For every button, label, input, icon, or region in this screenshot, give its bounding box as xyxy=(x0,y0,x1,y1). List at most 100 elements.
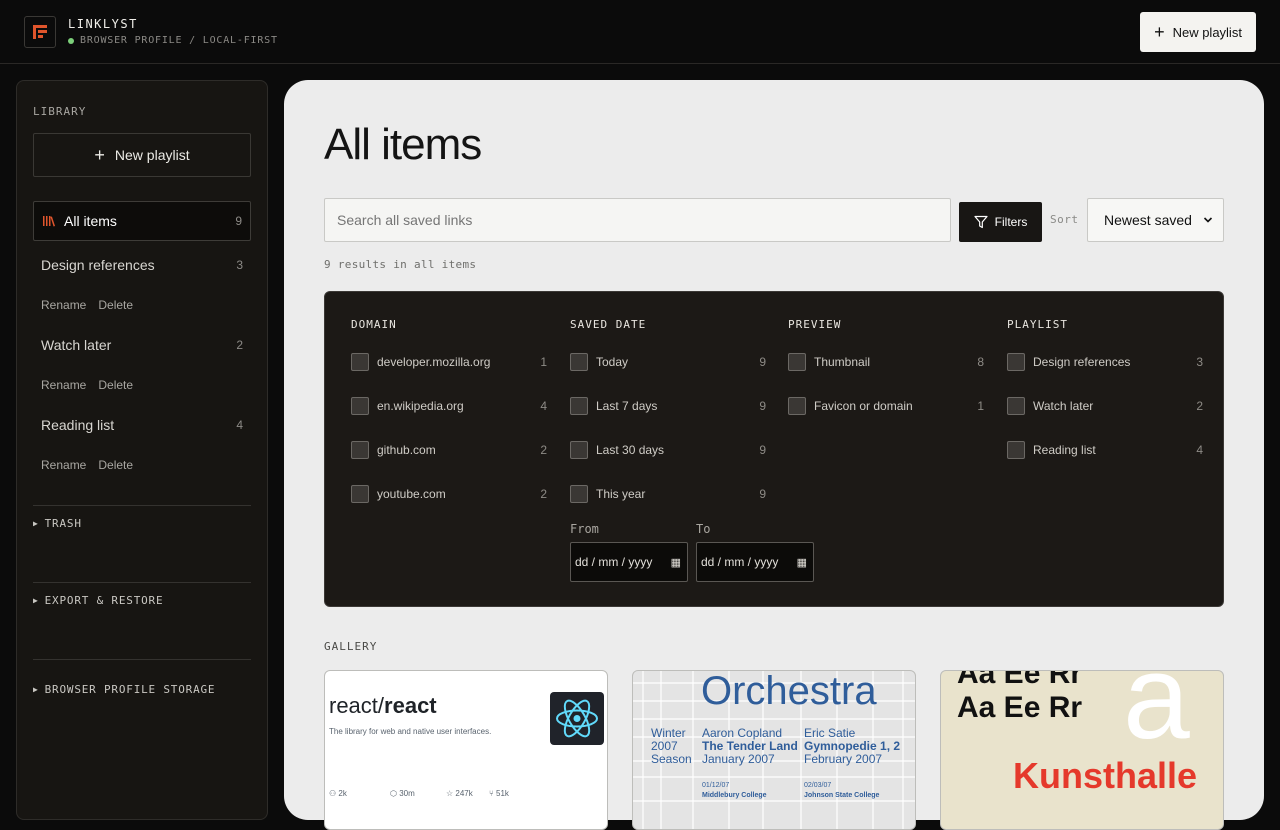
big-letter: a xyxy=(1123,670,1190,764)
to-date-input[interactable]: dd / mm / yyyy ▦ xyxy=(696,542,814,582)
checkbox[interactable] xyxy=(570,441,588,459)
date-option[interactable]: Last 30 days 9 xyxy=(570,440,766,460)
domain-filter-column: DOMAIN developer.mozilla.org 1 en.wikipe… xyxy=(351,318,547,503)
date-option[interactable]: Today 9 xyxy=(570,352,766,372)
filter-icon xyxy=(974,215,988,229)
rename-button[interactable]: Rename xyxy=(41,458,86,472)
option-count: 4 xyxy=(540,399,547,413)
trash-label: TRASH xyxy=(44,517,82,530)
repo-description: The library for web and native user inte… xyxy=(329,727,492,736)
checkbox[interactable] xyxy=(1007,353,1025,371)
option-label: Today xyxy=(596,355,629,369)
domain-option[interactable]: en.wikipedia.org 4 xyxy=(351,396,547,416)
plus-icon: + xyxy=(1154,22,1165,42)
sidebar-item-count: 4 xyxy=(236,418,243,432)
stars-count: 247k xyxy=(455,789,473,798)
option-label: Thumbnail xyxy=(814,355,871,369)
divider xyxy=(33,505,251,506)
preview-option[interactable]: Favicon or domain 1 xyxy=(788,396,984,416)
playlist-option[interactable]: Watch later 2 xyxy=(1007,396,1203,416)
rename-button[interactable]: Rename xyxy=(41,378,86,392)
export-restore-toggle[interactable]: ▶ EXPORT & RESTORE xyxy=(33,594,163,607)
checkbox[interactable] xyxy=(351,485,369,503)
domain-option[interactable]: developer.mozilla.org 1 xyxy=(351,352,547,372)
gallery-card-react[interactable]: react/react The library for web and nati… xyxy=(324,670,608,830)
checkbox[interactable] xyxy=(351,441,369,459)
checkbox[interactable] xyxy=(788,353,806,371)
checkbox[interactable] xyxy=(570,397,588,415)
sidebar: LIBRARY + New playlist All items 9 Desig… xyxy=(16,80,268,820)
checkbox[interactable] xyxy=(351,397,369,415)
export-label: EXPORT & RESTORE xyxy=(44,594,164,607)
option-count: 1 xyxy=(977,399,984,413)
playlist-actions: Rename Delete xyxy=(41,298,133,312)
sort-value: Newest saved xyxy=(1104,212,1192,228)
filter-panel: DOMAIN developer.mozilla.org 1 en.wikipe… xyxy=(324,291,1224,607)
sidebar-item-reading-list[interactable]: Reading list 4 xyxy=(33,405,251,445)
contributors-stat: ⚇ 2k xyxy=(329,789,347,798)
from-date-input[interactable]: dd / mm / yyyy ▦ xyxy=(570,542,688,582)
new-playlist-button[interactable]: + New playlist xyxy=(1140,12,1256,52)
divider xyxy=(33,659,251,660)
to-label: To xyxy=(696,522,711,536)
option-count: 4 xyxy=(1196,443,1203,457)
checkbox[interactable] xyxy=(1007,441,1025,459)
composer-1: Aaron Copland The Tender Land January 20… xyxy=(702,727,798,766)
playlist-heading: PLAYLIST xyxy=(1007,318,1068,331)
option-label: github.com xyxy=(377,443,436,457)
app-logo-icon[interactable] xyxy=(24,16,56,48)
preview-heading: PREVIEW xyxy=(788,318,842,331)
profile-label: BROWSER PROFILE / LOCAL-FIRST xyxy=(80,35,278,46)
domain-option[interactable]: github.com 2 xyxy=(351,440,547,460)
option-label: Watch later xyxy=(1033,399,1094,413)
plus-icon: + xyxy=(94,145,105,165)
top-bar: LINKLYST BROWSER PROFILE / LOCAL-FIRST +… xyxy=(0,0,1280,64)
option-label: youtube.com xyxy=(377,487,446,501)
option-label: Last 30 days xyxy=(596,443,665,457)
checkbox[interactable] xyxy=(570,485,588,503)
repo-owner: react/ xyxy=(329,693,385,718)
option-label: Favicon or domain xyxy=(814,399,913,413)
checkbox[interactable] xyxy=(570,353,588,371)
filters-button[interactable]: Filters xyxy=(959,202,1042,242)
chevron-down-icon xyxy=(1203,217,1213,223)
delete-button[interactable]: Delete xyxy=(98,458,133,472)
sidebar-item-count: 2 xyxy=(236,338,243,352)
preview-option[interactable]: Thumbnail 8 xyxy=(788,352,984,372)
sort-select[interactable]: Newest saved xyxy=(1087,198,1224,242)
gallery-card-kunsthalle[interactable]: a Aa Ee Rr Aa Ee Rr Kunsthalle xyxy=(940,670,1224,830)
filters-label: Filters xyxy=(994,215,1028,229)
checkbox[interactable] xyxy=(351,353,369,371)
delete-button[interactable]: Delete xyxy=(98,378,133,392)
sidebar-item-label: Reading list xyxy=(41,417,115,433)
sidebar-item-watch-later[interactable]: Watch later 2 xyxy=(33,325,251,365)
playlist-option[interactable]: Design references 3 xyxy=(1007,352,1203,372)
option-label: developer.mozilla.org xyxy=(377,355,491,369)
checkbox[interactable] xyxy=(788,397,806,415)
trash-toggle[interactable]: ▶ TRASH xyxy=(33,517,82,530)
library-icon xyxy=(43,216,56,227)
checkbox[interactable] xyxy=(1007,397,1025,415)
option-label: Design references xyxy=(1033,355,1131,369)
storage-toggle[interactable]: ▶ BROWSER PROFILE STORAGE xyxy=(33,683,215,696)
search-input[interactable] xyxy=(324,198,951,242)
sidebar-new-playlist-button[interactable]: + New playlist xyxy=(33,133,251,177)
sidebar-item-all-items[interactable]: All items 9 xyxy=(33,201,251,241)
option-count: 2 xyxy=(1196,399,1203,413)
date-option[interactable]: This year 9 xyxy=(570,484,766,504)
gallery-card-orchestra[interactable]: Orchestra Winter 2007 Season Aaron Copla… xyxy=(632,670,916,830)
domain-option[interactable]: youtube.com 2 xyxy=(351,484,547,504)
domain-heading: DOMAIN xyxy=(351,318,397,331)
venue-2: 02/03/07 Johnson State College xyxy=(804,781,879,801)
delete-button[interactable]: Delete xyxy=(98,298,133,312)
rename-button[interactable]: Rename xyxy=(41,298,86,312)
sidebar-item-design-references[interactable]: Design references 3 xyxy=(33,245,251,285)
venue-1: 01/12/07 Middlebury College xyxy=(702,781,767,801)
date-placeholder: dd / mm / yyyy xyxy=(701,555,779,569)
playlist-option[interactable]: Reading list 4 xyxy=(1007,440,1203,460)
option-count: 2 xyxy=(540,443,547,457)
main-panel: All items Filters Sort Newest saved 9 re… xyxy=(284,80,1264,830)
date-option[interactable]: Last 7 days 9 xyxy=(570,396,766,416)
composer-2: Eric Satie Gymnopedie 1, 2 February 2007 xyxy=(804,727,900,766)
type-specimen-partial: Aa Ee Rr xyxy=(957,670,1083,690)
